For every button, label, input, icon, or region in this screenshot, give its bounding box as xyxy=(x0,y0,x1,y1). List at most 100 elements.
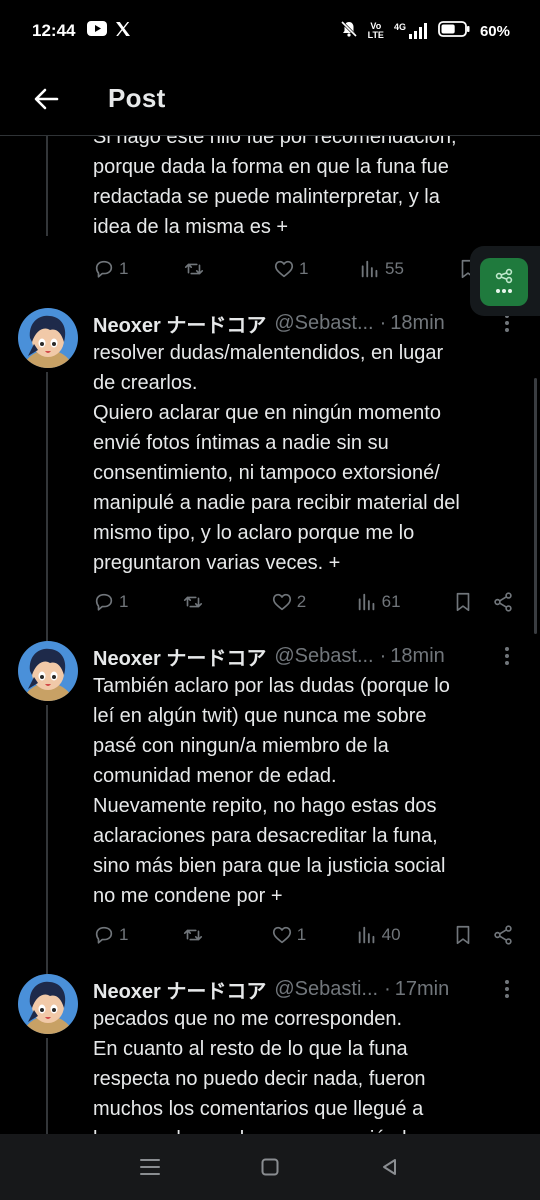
status-time: 12:44 xyxy=(32,21,76,40)
views-button[interactable]: 40 xyxy=(356,924,453,946)
tweet-header: Neoxer ナードコア @Sebast... · 18min xyxy=(93,641,520,671)
repost-button[interactable] xyxy=(183,258,273,280)
home-button[interactable] xyxy=(250,1147,290,1187)
separator-dot: · xyxy=(379,644,387,667)
system-nav-bar xyxy=(0,1134,540,1200)
heart-icon xyxy=(272,926,291,944)
reply-icon xyxy=(95,593,113,611)
reply-count: 1 xyxy=(119,259,129,278)
like-button[interactable]: 1 xyxy=(273,258,359,280)
like-button[interactable]: 1 xyxy=(271,924,356,946)
thread-connector xyxy=(46,372,48,642)
tweet-actions: 1 1 55 xyxy=(93,254,514,284)
share-icon xyxy=(494,592,512,612)
avatar[interactable] xyxy=(18,641,78,701)
page-title: Post xyxy=(108,83,166,113)
arrow-left-icon xyxy=(34,88,59,109)
author-handle[interactable]: @Sebast... xyxy=(274,312,373,335)
heart-icon xyxy=(274,260,294,278)
status-bar: 12:44 Vo LTE 4G 60% xyxy=(0,0,540,62)
reply-button[interactable]: 1 xyxy=(93,258,183,280)
separator-dot: · xyxy=(379,311,387,334)
views-button[interactable]: 55 xyxy=(359,258,457,280)
author-handle[interactable]: @Sebasti... xyxy=(274,978,378,1001)
back-triangle-icon xyxy=(383,1159,396,1175)
more-options-button[interactable] xyxy=(494,643,520,669)
tweet-header: Neoxer ナードコア @Sebasti... · 17min xyxy=(93,974,520,1004)
avatar-image xyxy=(18,641,78,701)
menu-icon xyxy=(140,1159,160,1175)
home-square-icon xyxy=(261,1158,279,1176)
signal-icon xyxy=(408,23,427,39)
bookmark-icon xyxy=(457,592,470,612)
tweet-time[interactable]: 17min xyxy=(395,978,449,1001)
repost-icon xyxy=(183,596,202,608)
thread-connector xyxy=(46,136,48,236)
bookmark-icon xyxy=(457,925,470,945)
battery-percent: 60% xyxy=(479,22,510,40)
more-icon xyxy=(505,980,509,998)
author-name[interactable]: Neoxer ナードコア xyxy=(93,975,266,1004)
views-icon xyxy=(358,926,374,944)
tweet-actions: 1 1 40 xyxy=(93,920,514,950)
tweet-time[interactable]: 18min xyxy=(390,312,444,335)
tweet-time[interactable]: 18min xyxy=(390,645,444,668)
tweet-text: Si hago este hilo fue por recomendación,… xyxy=(93,136,457,238)
bookmark-button[interactable] xyxy=(452,591,484,613)
thread-connector xyxy=(46,705,48,975)
recent-apps-button[interactable] xyxy=(130,1147,170,1187)
views-icon xyxy=(361,260,378,278)
repost-icon xyxy=(184,263,204,275)
like-count: 1 xyxy=(299,259,309,278)
tweet-text: pecados que no me corresponden. En cuant… xyxy=(93,1008,426,1134)
avatar[interactable] xyxy=(18,308,78,368)
floating-share-button[interactable] xyxy=(480,258,528,306)
avatar-image xyxy=(18,308,78,368)
author-handle[interactable]: @Sebast... xyxy=(274,645,373,668)
author-name[interactable]: Neoxer ナードコア xyxy=(93,642,266,671)
signal-indicator: 4G xyxy=(394,23,428,39)
mute-icon xyxy=(340,20,358,42)
views-icon xyxy=(358,593,374,611)
repost-button[interactable] xyxy=(182,924,271,946)
back-button[interactable] xyxy=(16,69,76,129)
views-count: 61 xyxy=(381,592,401,611)
views-count: 40 xyxy=(381,925,401,944)
heart-icon xyxy=(272,593,291,611)
reply-button[interactable]: 1 xyxy=(93,591,182,613)
reply-button[interactable]: 1 xyxy=(93,924,182,946)
battery-icon xyxy=(438,21,470,41)
scrollbar[interactable] xyxy=(534,378,537,634)
tweet-text: También aclaro por las dudas (porque lo … xyxy=(93,675,450,907)
views-count: 55 xyxy=(385,259,404,278)
x-logo-icon xyxy=(115,21,131,42)
avatar[interactable] xyxy=(18,974,78,1034)
more-icon xyxy=(505,314,509,332)
bookmark-button[interactable] xyxy=(452,924,484,946)
tweet-actions: 1 2 61 xyxy=(93,587,514,617)
author-name[interactable]: Neoxer ナードコア xyxy=(93,309,266,338)
reply-icon xyxy=(95,260,113,278)
thread[interactable]: Si hago este hilo fue por recomendación,… xyxy=(0,136,540,1134)
share-button[interactable] xyxy=(492,924,514,946)
top-app-bar: Post xyxy=(0,62,540,136)
avatar-image xyxy=(18,974,78,1034)
like-count: 2 xyxy=(296,592,307,611)
like-button[interactable]: 2 xyxy=(271,591,356,613)
share-button[interactable] xyxy=(492,591,514,613)
youtube-icon xyxy=(87,21,108,41)
reply-icon xyxy=(95,926,113,944)
share-icon xyxy=(494,925,512,945)
repost-button[interactable] xyxy=(182,591,271,613)
back-nav-button[interactable] xyxy=(370,1147,410,1187)
more-options-button[interactable] xyxy=(494,976,520,1002)
tweet-text: resolver dudas/malentendidos, en lugar d… xyxy=(93,342,460,574)
views-button[interactable]: 61 xyxy=(356,591,453,613)
like-count: 1 xyxy=(296,925,307,944)
tweet-header: Neoxer ナードコア @Sebast... · 18min xyxy=(93,308,520,338)
thread-connector xyxy=(46,1038,48,1134)
more-icon xyxy=(505,647,509,665)
reply-count: 1 xyxy=(119,925,129,944)
separator-dot: · xyxy=(384,977,391,1000)
volte-indicator: Vo LTE xyxy=(367,21,384,40)
